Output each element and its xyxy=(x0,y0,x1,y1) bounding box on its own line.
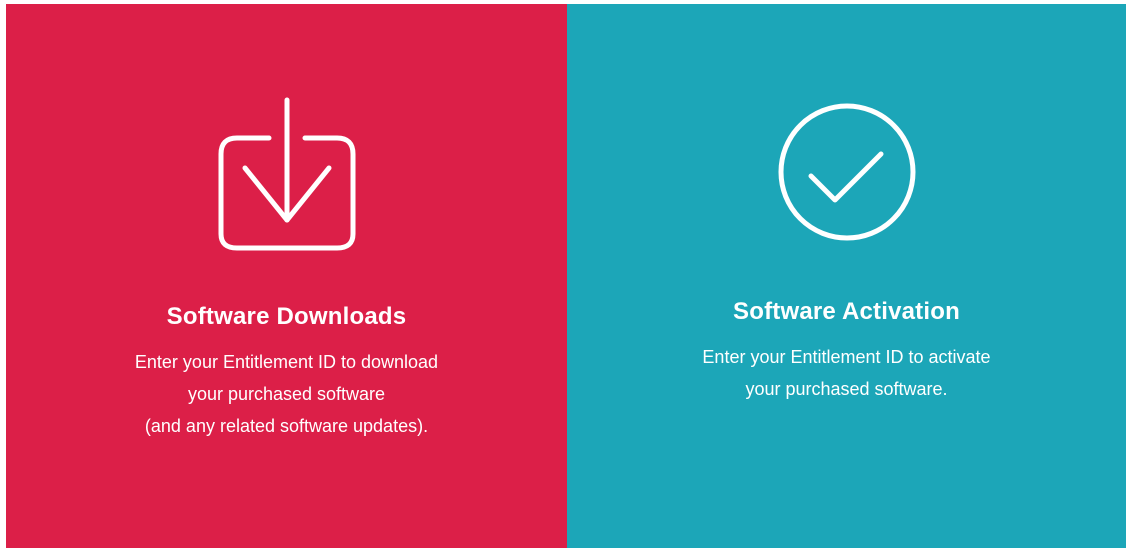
software-activation-title: Software Activation xyxy=(733,298,960,325)
software-downloads-title: Software Downloads xyxy=(166,303,407,330)
download-tray-icon xyxy=(217,96,357,252)
description-line: Enter your Entitlement ID to download xyxy=(134,352,439,372)
service-options: Software Downloads Enter your Entitlemen… xyxy=(6,4,1126,548)
description-line: (and any related software updates). xyxy=(144,416,429,436)
software-activation-panel[interactable]: Software Activation Enter your Entitleme… xyxy=(567,4,1126,548)
checkmark-circle-icon xyxy=(777,102,917,242)
description-line: your purchased software xyxy=(187,384,386,404)
software-downloads-panel[interactable]: Software Downloads Enter your Entitlemen… xyxy=(6,4,567,548)
description-line: your purchased software. xyxy=(745,379,948,399)
software-downloads-description: Enter your Entitlement ID to download yo… xyxy=(6,346,567,442)
software-activation-description: Enter your Entitlement ID to activate yo… xyxy=(567,341,1126,405)
description-line: Enter your Entitlement ID to activate xyxy=(702,347,991,367)
